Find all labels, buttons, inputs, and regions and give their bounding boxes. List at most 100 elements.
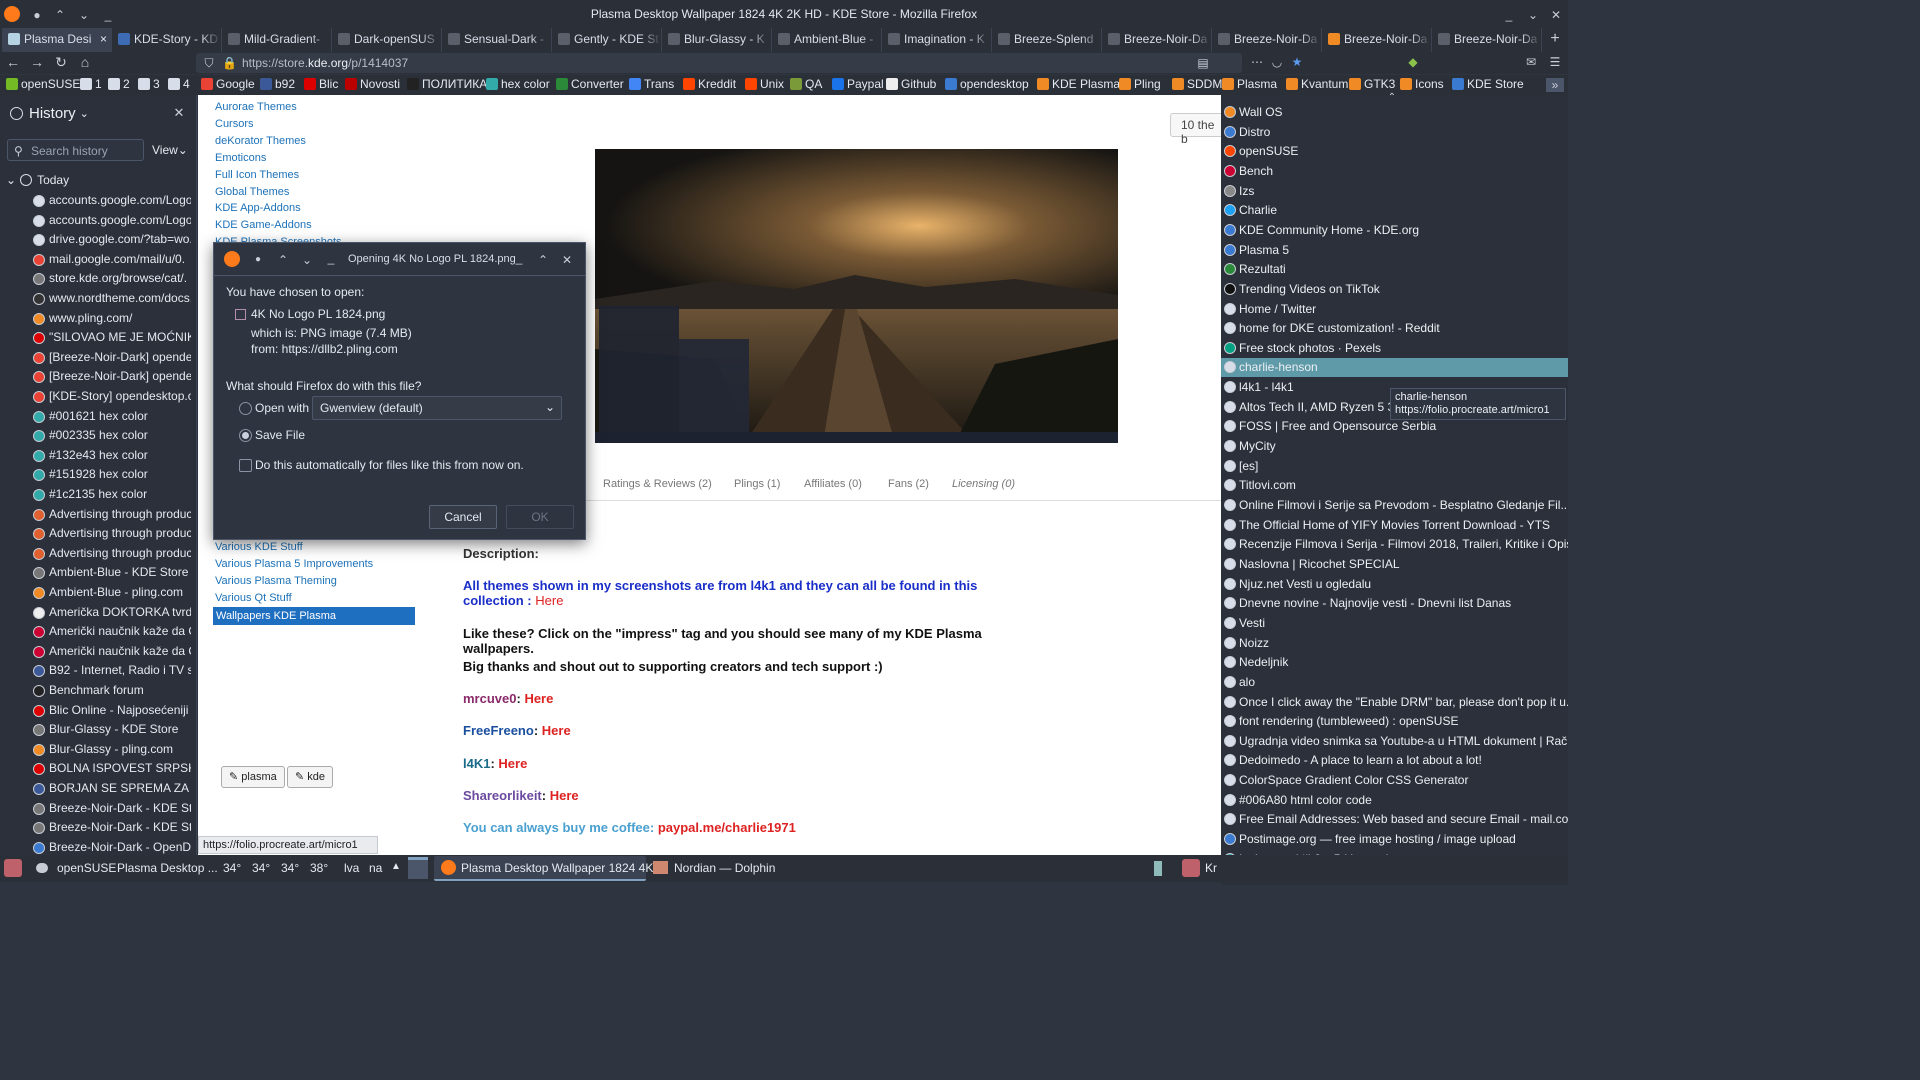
auto-checkbox[interactable]	[239, 459, 252, 472]
minimize-icon[interactable]: _	[1502, 8, 1516, 22]
bookmark-8[interactable]: Novosti	[345, 77, 400, 91]
content-tab-2[interactable]: Affiliates (0)	[804, 478, 862, 490]
bookmark-item[interactable]: Wall OS	[1221, 103, 1568, 122]
tab-8[interactable]: Imagination - K	[882, 28, 992, 52]
bookmark-11[interactable]: Converter	[556, 77, 624, 91]
bookmark-21[interactable]: SDDM	[1172, 77, 1222, 91]
bookmark-item[interactable]: Free stock photos · Pexels	[1221, 339, 1568, 358]
tab-12[interactable]: Breeze-Noir-Da	[1322, 28, 1432, 52]
maximize-icon[interactable]: ⌄	[1526, 8, 1540, 22]
bookmark-26[interactable]: KDE Store	[1452, 77, 1524, 91]
forward-icon[interactable]: →	[30, 55, 44, 69]
bookmark-item[interactable]: Once I click away the "Enable DRM" bar, …	[1221, 693, 1568, 712]
lock-icon[interactable]: 🔒	[222, 56, 237, 70]
bookmark-10[interactable]: hex color	[486, 77, 550, 91]
mail-icon[interactable]: ✉	[1524, 55, 1538, 69]
history-item[interactable]: [Breeze-Noir-Dark] opende	[33, 348, 191, 367]
keyboard-variant[interactable]: na	[369, 861, 382, 875]
bookmark-item[interactable]: KDE Community Home - KDE.org	[1221, 221, 1568, 240]
tab-2[interactable]: Mild-Gradient-	[222, 28, 332, 52]
history-item[interactable]: Blur-Glassy - pling.com	[33, 740, 191, 759]
bookmark-3[interactable]: 3	[138, 77, 160, 91]
category-link[interactable]: Various Plasma Theming	[215, 575, 337, 587]
tab-5[interactable]: Gently - KDE St	[552, 28, 662, 52]
tab-13[interactable]: Breeze-Noir-Da	[1432, 28, 1542, 52]
bookmark-20[interactable]: Pling	[1119, 77, 1161, 91]
bookmark-item[interactable]: openSUSE	[1221, 142, 1568, 161]
history-item[interactable]: Advertising through produc	[33, 544, 191, 563]
history-item[interactable]: #151928 hex color	[33, 465, 191, 484]
history-search-input[interactable]: ⚲ Search history	[7, 139, 144, 161]
auto-label[interactable]: Do this automatically for files like thi…	[255, 458, 524, 472]
bookmark-0[interactable]: openSUSE	[6, 77, 80, 91]
category-link[interactable]: Various KDE Stuff	[215, 541, 303, 553]
application-select[interactable]: Gwenview (default) ⌄	[312, 396, 562, 420]
content-tab-0[interactable]: Ratings & Reviews (2)	[603, 478, 712, 490]
history-item[interactable]: Breeze-Noir-Dark - KDE Sto	[33, 818, 191, 837]
save-file-label[interactable]: Save File	[255, 428, 305, 442]
category-link[interactable]: Various Qt Stuff	[215, 592, 292, 604]
bookmark-7[interactable]: Blic	[304, 77, 338, 91]
bookmark-item[interactable]: Izs	[1221, 182, 1568, 201]
open-with-label[interactable]: Open with	[255, 401, 309, 415]
bookmark-17[interactable]: Github	[886, 77, 936, 91]
bookmark-23[interactable]: Kvantum	[1286, 77, 1348, 91]
history-item[interactable]: "SILOVAO ME JE MOĆNIK IZ .	[33, 328, 191, 347]
bookmark-24[interactable]: GTK3	[1349, 77, 1395, 91]
credit-link[interactable]: Here	[550, 788, 579, 803]
bookmark-18[interactable]: opendesktop	[945, 77, 1029, 91]
history-item[interactable]: www.pling.com/	[33, 309, 191, 328]
tab-1[interactable]: KDE-Story - KD	[112, 28, 222, 52]
bookmark-item[interactable]: The Official Home of YIFY Movies Torrent…	[1221, 516, 1568, 535]
history-item[interactable]: #001621 hex color	[33, 407, 191, 426]
history-item[interactable]: accounts.google.com/Logo	[33, 191, 191, 210]
bookmark-19[interactable]: KDE Plasma	[1037, 77, 1120, 91]
history-item[interactable]: #1c2135 hex color	[33, 485, 191, 504]
task-firefox[interactable]: Plasma Desktop Wallpaper 1824 4K ...	[434, 856, 667, 881]
back-icon[interactable]: ←	[6, 55, 20, 69]
bookmark-item[interactable]: alo	[1221, 673, 1568, 692]
tab-11[interactable]: Breeze-Noir-Da	[1212, 28, 1322, 52]
bookmark-item[interactable]: MyCity	[1221, 437, 1568, 456]
category-selected[interactable]: Wallpapers KDE Plasma	[213, 607, 415, 625]
content-tab-4[interactable]: Licensing (0)	[952, 478, 1015, 490]
history-item[interactable]: Advertising through produc	[33, 505, 191, 524]
history-item[interactable]: drive.google.com/?tab=wo.	[33, 230, 191, 249]
history-item[interactable]: B92 - Internet, Radio i TV st	[33, 661, 191, 680]
menu-icon[interactable]: ☰	[1548, 55, 1562, 69]
history-item[interactable]: www.nordtheme.com/docs.	[33, 289, 191, 308]
history-header[interactable]: History ⌄	[10, 105, 89, 122]
history-item[interactable]: Američki naučnik kaže da O	[33, 622, 191, 641]
history-item[interactable]: Američki naučnik kaže da O	[33, 642, 191, 661]
history-item[interactable]: Breeze-Noir-Dark - KDE Sto	[33, 799, 191, 818]
history-item[interactable]: Benchmark forum	[33, 681, 191, 700]
category-link[interactable]: Aurorae Themes	[215, 101, 297, 113]
bookmark-5[interactable]: Google	[201, 77, 255, 91]
bookmark-item[interactable]: Distro	[1221, 123, 1568, 142]
extension-icon[interactable]: ◆	[1406, 55, 1420, 69]
bookmark-item[interactable]: Rezultati	[1221, 260, 1568, 279]
bookmark-16[interactable]: Paypal	[832, 77, 884, 91]
bookmark-12[interactable]: Trans	[629, 77, 674, 91]
credit-link[interactable]: Here	[524, 691, 553, 706]
url-bar[interactable]: ⛉ 🔒 https://store.kde.org/p/1414037 ▤	[196, 53, 1242, 73]
history-item[interactable]: Advertising through produc	[33, 524, 191, 543]
bookmark-6[interactable]: b92	[260, 77, 295, 91]
history-item[interactable]: Blur-Glassy - KDE Store	[33, 720, 191, 739]
category-link[interactable]: Cursors	[215, 118, 254, 130]
bookmark-item[interactable]: Charlie	[1221, 201, 1568, 220]
close-tab-icon[interactable]: ×	[100, 28, 107, 50]
history-item[interactable]: BORJAN SE SPREMA ZA PUT	[33, 779, 191, 798]
tag-kde[interactable]: ✎ kde	[287, 766, 334, 788]
bookmark-item[interactable]: Noizz	[1221, 634, 1568, 653]
bookmark-item[interactable]: Dnevne novine - Najnovije vesti - Dnevni…	[1221, 594, 1568, 613]
tab-6[interactable]: Blur-Glassy - K	[662, 28, 772, 52]
bookmark-13[interactable]: Kreddit	[683, 77, 736, 91]
app-launcher-icon[interactable]	[4, 859, 22, 877]
bookmark-item[interactable]: Bench	[1221, 162, 1568, 181]
category-link[interactable]: Full Icon Themes	[215, 169, 299, 181]
shade-icon[interactable]: _	[324, 251, 338, 265]
maximize-icon[interactable]: ⌃	[536, 253, 550, 267]
bookmark-2[interactable]: 2	[108, 77, 130, 91]
ok-button[interactable]: OK	[506, 505, 574, 529]
